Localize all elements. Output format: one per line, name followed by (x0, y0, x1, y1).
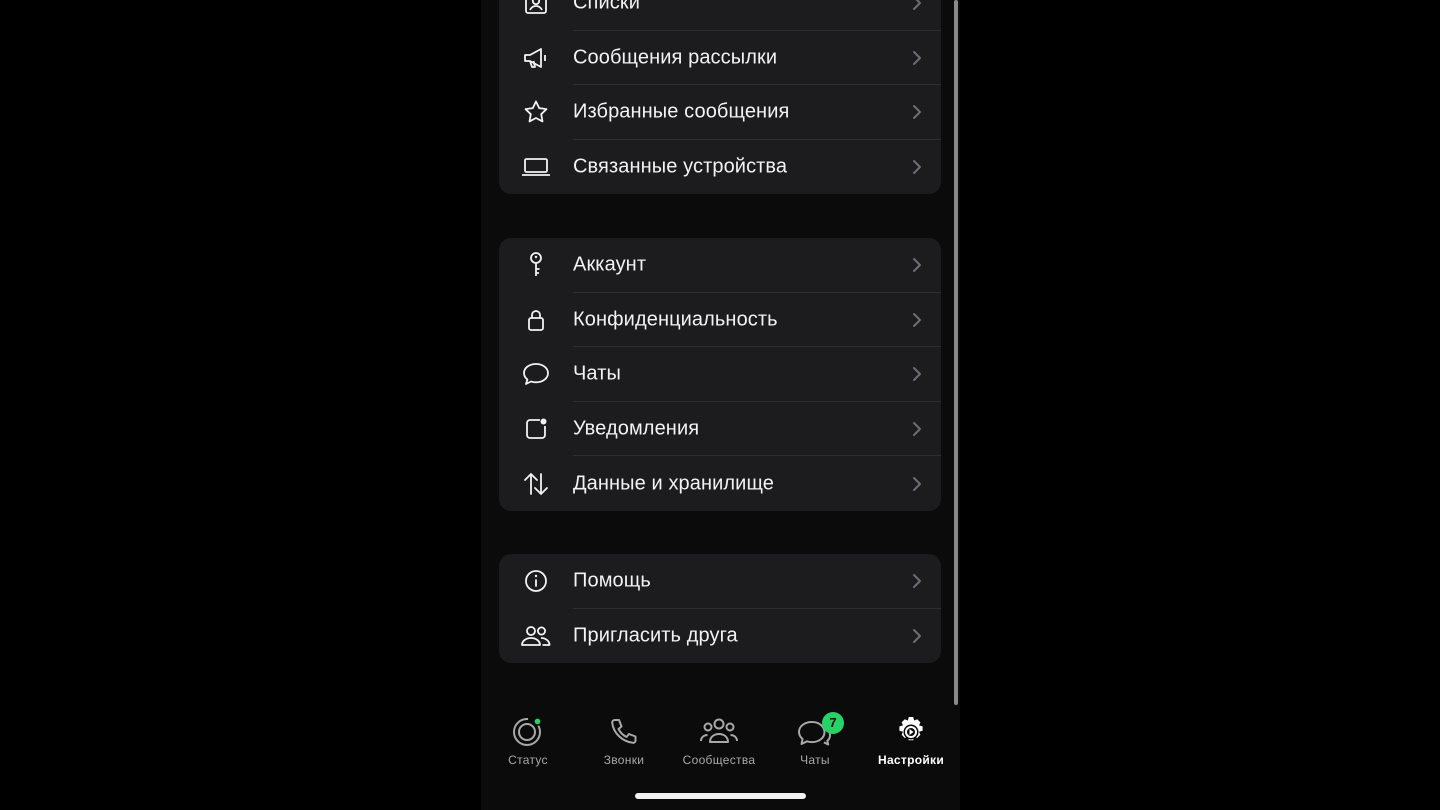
settings-item-label: Уведомления (573, 417, 700, 440)
communities-icon (700, 718, 738, 743)
chevron-right-icon (913, 312, 921, 327)
tab-label: Чаты (800, 753, 830, 767)
phone-icon (611, 719, 637, 744)
tab-communities[interactable]: Сообщества (671, 715, 767, 775)
tab-calls[interactable]: Звонки (576, 715, 672, 775)
chevron-right-icon (913, 422, 921, 437)
chevron-right-icon (913, 574, 921, 589)
tab-status[interactable]: Статус (480, 715, 576, 775)
settings-item-label: Пригласить друга (573, 624, 738, 647)
tab-label: Сообщества (682, 753, 756, 767)
up-down-arrows-icon (519, 469, 553, 499)
settings-item-label: Помощь (573, 569, 651, 592)
chevron-right-icon (913, 628, 921, 643)
star-icon (519, 97, 553, 127)
info-icon (519, 566, 553, 596)
chevron-right-icon (913, 476, 921, 491)
settings-item-chats[interactable]: Чаты (499, 347, 941, 402)
settings-item-label: Сообщения рассылки (573, 46, 778, 69)
laptop-icon (519, 152, 553, 182)
settings-item-starred[interactable]: Избранные сообщения (499, 85, 941, 140)
tab-label: Статус (508, 753, 548, 767)
tab-chats[interactable]: 7 Чаты (767, 712, 863, 775)
chevron-right-icon (913, 258, 921, 273)
settings-icon (899, 717, 923, 741)
settings-item-privacy[interactable]: Конфиденциальность (499, 293, 941, 348)
chevron-right-icon (913, 105, 921, 120)
settings-item-storage[interactable]: Данные и хранилище (499, 456, 941, 511)
settings-item-linked-devices[interactable]: Связанные устройства (499, 140, 941, 195)
settings-item-label: Списки (573, 0, 640, 14)
chevron-right-icon (913, 160, 921, 175)
megaphone-icon (519, 43, 553, 73)
home-indicator[interactable] (635, 793, 806, 799)
settings-item-label: Связанные устройства (573, 155, 788, 178)
people-icon (519, 621, 553, 651)
scrollbar[interactable] (954, 0, 958, 705)
chevron-right-icon (913, 0, 921, 11)
tab-settings[interactable]: Настройки (863, 715, 959, 775)
lock-icon (519, 305, 553, 335)
settings-item-broadcasts[interactable]: Сообщения рассылки (499, 31, 941, 86)
settings-item-notifications[interactable]: Уведомления (499, 402, 941, 457)
chat-bubble-icon (519, 359, 553, 389)
settings-group-tools: Списки Сообщения рассылки Избранные сооб… (499, 0, 941, 195)
chevron-right-icon (913, 367, 921, 382)
key-icon (519, 250, 553, 280)
settings-item-label: Данные и хранилище (573, 472, 774, 495)
settings-group-support: Помощь Пригласить друга (499, 554, 941, 664)
notification-icon (519, 414, 553, 444)
chevron-right-icon (913, 50, 921, 65)
settings-item-label: Конфиденциальность (573, 308, 778, 331)
settings-item-help[interactable]: Помощь (499, 554, 941, 609)
settings-item-account[interactable]: Аккаунт (499, 238, 941, 293)
unread-badge: 7 (822, 712, 844, 734)
settings-item-label: Аккаунт (573, 253, 647, 276)
settings-item-invite-friend[interactable]: Пригласить друга (499, 609, 941, 664)
settings-item-lists[interactable]: Списки (499, 0, 941, 31)
settings-item-label: Избранные сообщения (573, 100, 790, 123)
tab-label: Звонки (603, 753, 645, 767)
tab-label: Настройки (877, 753, 944, 767)
status-icon (513, 717, 542, 746)
contact-list-icon (519, 0, 553, 18)
settings-item-label: Чаты (573, 362, 621, 385)
settings-group-main: Аккаунт Конфиденциальность Чаты Уведомле… (499, 238, 941, 511)
